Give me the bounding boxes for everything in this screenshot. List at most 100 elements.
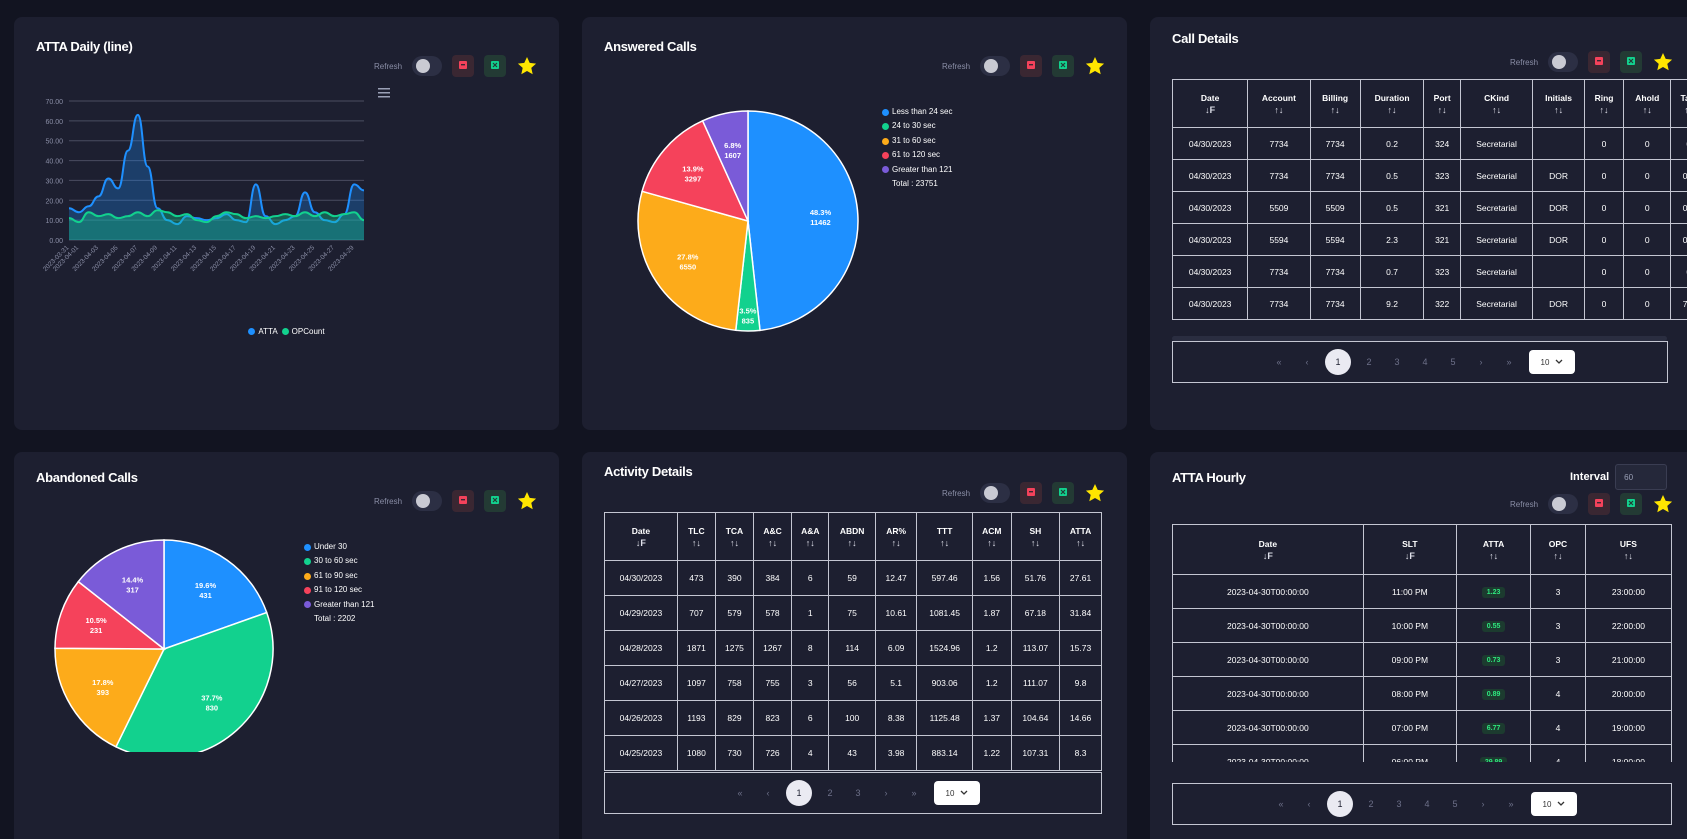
sort-icon[interactable]: ↑↓ <box>1427 105 1456 115</box>
sort-icon[interactable]: ↓F <box>608 538 674 548</box>
table-row[interactable]: 04/30/2023773477340.7323Secretarial000 <box>1172 255 1687 288</box>
table-row[interactable]: 04/30/2023 5594 5594 2.3 321 Secretarial DOR 0 0… <box>1172 223 1687 256</box>
favorite-star-icon[interactable] <box>1652 51 1674 73</box>
first-page-button[interactable]: « <box>1267 799 1295 809</box>
refresh-toggle[interactable] <box>980 483 1011 503</box>
refresh-toggle[interactable] <box>1548 494 1579 514</box>
table-row[interactable]: 04/30/2023 7734 7734 9.2 322 Secretarial DOR 0 0… <box>1172 287 1687 320</box>
sort-icon[interactable]: ↑↓ <box>1063 538 1098 548</box>
sort-icon[interactable]: ↑↓ <box>1589 551 1668 561</box>
table-row[interactable]: 2023-04-30T00:00:00 06:00 PM 29.89 4 18:00:0… <box>1172 744 1672 762</box>
legend-item[interactable]: 24 to 30 sec <box>882 119 952 133</box>
sort-icon[interactable]: ↑↓ <box>920 538 968 548</box>
sort-icon[interactable]: ↑↓ <box>795 538 825 548</box>
column-header[interactable]: AR% ↑↓ <box>874 512 918 561</box>
column-header[interactable]: CKind ↑↓ <box>1459 79 1534 128</box>
column-header[interactable]: SLT ↓F <box>1362 524 1457 575</box>
last-page-button[interactable]: » <box>1495 357 1523 367</box>
sort-icon[interactable]: ↑↓ <box>832 538 871 548</box>
export-excel-button[interactable] <box>1620 493 1643 515</box>
table-row[interactable]: 2023-04-30T00:00:00 07:00 PM 6.77 4 19:00:00 <box>1172 710 1672 745</box>
sort-icon[interactable]: ↑↓ <box>879 538 914 548</box>
sort-icon[interactable]: ↑↓ <box>719 538 750 548</box>
column-header[interactable]: SH ↑↓ <box>1010 512 1061 561</box>
prev-page-button[interactable]: ‹ <box>1295 799 1323 809</box>
table-row[interactable]: 04/28/2023 1871 1275 1267 8 114 6.09 1524.96 1.2… <box>604 630 1102 666</box>
refresh-toggle[interactable] <box>980 56 1011 76</box>
column-header[interactable]: Billing ↑↓ <box>1309 79 1361 128</box>
first-page-button[interactable]: « <box>726 788 754 798</box>
first-page-button[interactable]: « <box>1265 357 1293 367</box>
next-page-button[interactable]: › <box>1469 799 1497 809</box>
export-excel-button[interactable] <box>1052 482 1075 504</box>
page-button-4[interactable]: 4 <box>1411 357 1439 367</box>
sort-icon[interactable]: ↑↓ <box>681 538 712 548</box>
table-row[interactable]: 2023-04-30T00:00:00 09:00 PM 0.73 3 21:00:00 <box>1172 642 1672 677</box>
column-header[interactable]: Date ↓F <box>1172 79 1249 128</box>
table-row[interactable]: 04/30/2023 7734 7734 0.5 323 Secretarial DOR 0 0… <box>1172 159 1687 192</box>
next-page-button[interactable]: › <box>1467 357 1495 367</box>
legend-item[interactable]: 31 to 60 sec <box>882 134 952 148</box>
table-row[interactable]: 04/26/2023 1193 829 823 6 100 8.38 1125.48 1.37 1… <box>604 700 1102 736</box>
page-button-1[interactable]: 1 <box>786 780 812 806</box>
legend-item[interactable]: 91 to 120 sec <box>304 583 374 597</box>
page-button-1[interactable]: 1 <box>1327 791 1353 817</box>
legend-item[interactable]: 61 to 120 sec <box>882 148 952 162</box>
column-header[interactable]: Account ↑↓ <box>1247 79 1311 128</box>
sort-icon[interactable]: ↓F <box>1367 551 1453 561</box>
page-button-3[interactable]: 3 <box>1385 799 1413 809</box>
favorite-star-icon[interactable] <box>516 490 538 512</box>
legend-item[interactable]: Greater than 121 <box>882 163 952 177</box>
interval-input[interactable]: 60 <box>1615 464 1668 490</box>
favorite-star-icon[interactable] <box>1084 55 1106 77</box>
sort-icon[interactable]: ↑↓ <box>976 538 1008 548</box>
column-header[interactable]: Ahold ↑↓ <box>1623 79 1672 128</box>
prev-page-button[interactable]: ‹ <box>754 788 782 798</box>
sort-icon[interactable]: ↑↓ <box>1464 105 1529 115</box>
export-pdf-button[interactable] <box>452 490 475 512</box>
page-button-2[interactable]: 2 <box>1355 357 1383 367</box>
column-header[interactable]: ABDN ↑↓ <box>828 512 876 561</box>
column-header[interactable]: Date ↓F <box>1172 524 1364 575</box>
sort-icon[interactable]: ↑↓ <box>757 538 788 548</box>
page-button-4[interactable]: 4 <box>1413 799 1441 809</box>
page-button-1[interactable]: 1 <box>1325 349 1351 375</box>
export-excel-button[interactable] <box>1620 51 1643 73</box>
refresh-toggle[interactable] <box>412 491 443 511</box>
table-row[interactable]: 04/27/2023 1097 758 755 3 56 5.1 903.06 1.2 111.0… <box>604 665 1102 701</box>
favorite-star-icon[interactable] <box>1652 493 1674 515</box>
sort-icon[interactable]: ↓F <box>1176 551 1360 561</box>
export-pdf-button[interactable] <box>1020 482 1043 504</box>
column-header[interactable]: TCA ↑↓ <box>714 512 755 561</box>
table-row[interactable]: 04/29/2023 707 579 578 1 75 10.61 1081.45 1.87 67… <box>604 595 1102 631</box>
page-button-3[interactable]: 3 <box>1383 357 1411 367</box>
sort-icon[interactable]: ↑↓ <box>1015 538 1057 548</box>
column-header[interactable]: TTT ↑↓ <box>916 512 973 561</box>
column-header[interactable]: ACM ↑↓ <box>971 512 1012 561</box>
sort-icon[interactable]: ↑↓ <box>1251 105 1306 115</box>
page-size-select[interactable]: 10 <box>1531 792 1577 816</box>
legend-item[interactable]: Less than 24 sec <box>882 105 952 119</box>
refresh-toggle[interactable] <box>1548 52 1579 72</box>
legend-item-atta[interactable]: ATTA <box>248 327 278 336</box>
sort-icon[interactable]: ↑↓ <box>1364 105 1421 115</box>
column-header[interactable]: Duration ↑↓ <box>1359 79 1425 128</box>
page-button-5[interactable]: 5 <box>1441 799 1469 809</box>
page-size-select[interactable]: 10 <box>934 781 980 805</box>
column-header[interactable]: ATTA ↑↓ <box>1059 512 1102 561</box>
column-header[interactable]: Port ↑↓ <box>1423 79 1461 128</box>
table-row[interactable]: 04/30/2023773477340.2324Secretarial000 <box>1172 127 1687 160</box>
prev-page-button[interactable]: ‹ <box>1293 357 1321 367</box>
legend-item[interactable]: 30 to 60 sec <box>304 554 374 568</box>
legend-item[interactable]: 61 to 90 sec <box>304 569 374 583</box>
sort-icon[interactable]: ↑↓ <box>1674 105 1687 115</box>
sort-icon[interactable]: ↑↓ <box>1534 551 1582 561</box>
column-header[interactable]: A&A ↑↓ <box>791 512 830 561</box>
table-row[interactable]: 04/25/2023 1080 730 726 4 43 3.98 883.14 1.22 107… <box>604 735 1102 771</box>
table-row[interactable]: 2023-04-30T00:00:00 11:00 PM 1.23 3 23:00:00 <box>1172 574 1672 609</box>
next-page-button[interactable]: › <box>872 788 900 798</box>
legend-item[interactable]: Greater than 121 <box>304 598 374 612</box>
pie-slice[interactable] <box>747 110 859 332</box>
last-page-button[interactable]: » <box>900 788 928 798</box>
last-page-button[interactable]: » <box>1497 799 1525 809</box>
